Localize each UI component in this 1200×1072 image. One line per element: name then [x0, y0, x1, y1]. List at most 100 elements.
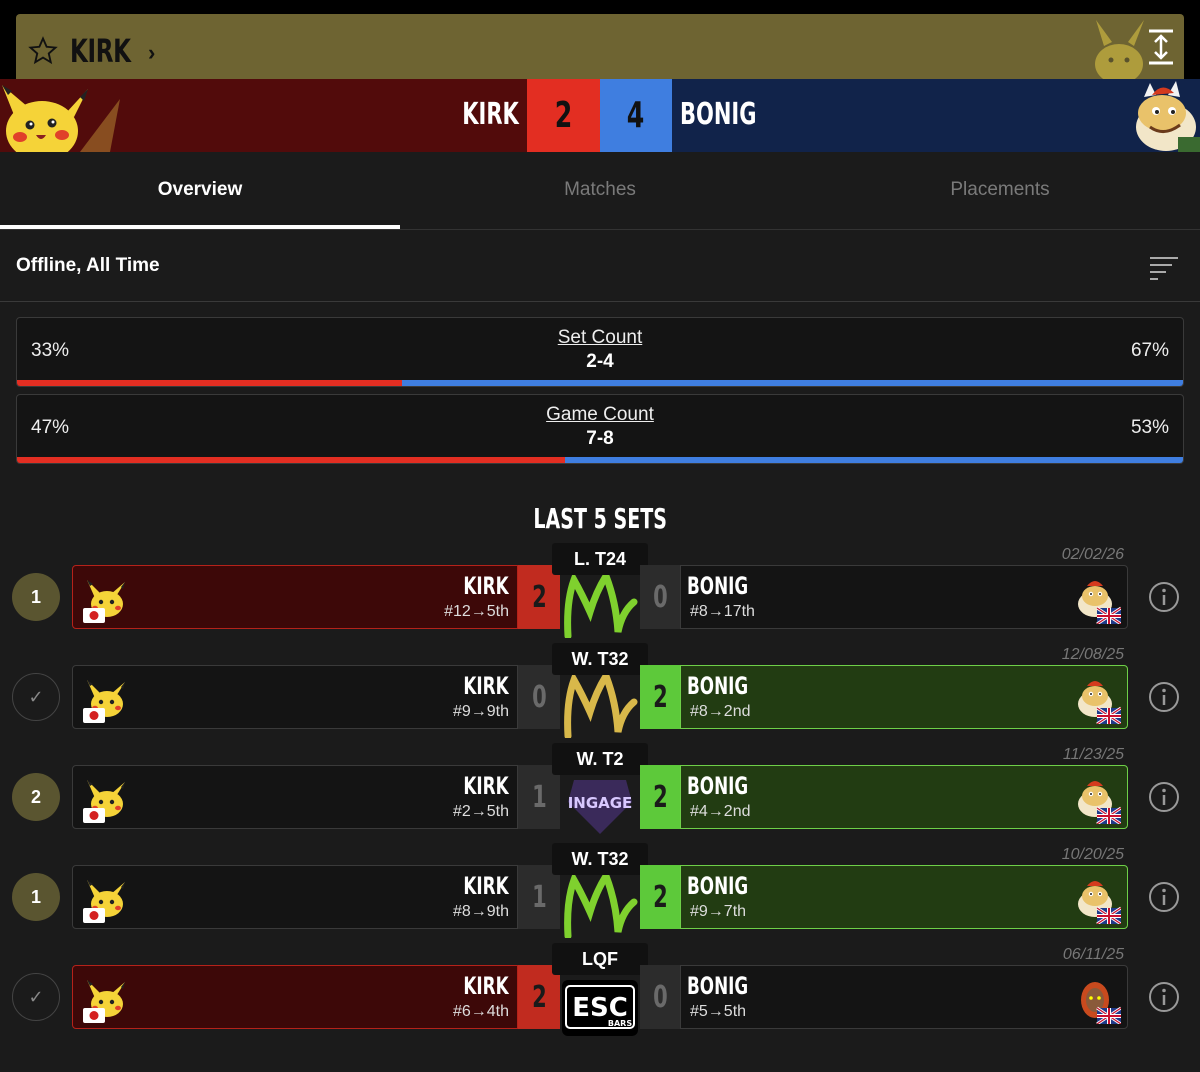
tab-overview[interactable]: Overview — [0, 152, 400, 228]
right-player-box[interactable]: BONIG #8→2nd — [680, 665, 1128, 729]
set-count-red-bar — [17, 380, 402, 386]
right-player-seed: #4→2nd — [690, 803, 751, 820]
left-player-seed: #9→9th — [452, 703, 509, 720]
right-player-seed: #8→2nd — [690, 703, 751, 720]
bracket-round-label: W. T32 — [552, 643, 648, 675]
pikachu-icon — [83, 980, 125, 1023]
left-player-box[interactable]: KIRK #9→9th — [72, 665, 518, 729]
esc-logo-icon: ESCBARS — [562, 980, 638, 1036]
game-count-value: 7-8 — [586, 428, 614, 449]
info-icon[interactable] — [1148, 981, 1180, 1013]
set-count-blue-bar — [401, 380, 1183, 386]
pikachu-icon — [83, 780, 125, 823]
set-count-title[interactable]: Set Count — [17, 327, 1183, 349]
bowser-jr-icon — [1078, 781, 1121, 824]
head-to-head-scorebar: KIRK 2 4 BONIG — [0, 79, 1200, 152]
left-player-box[interactable]: KIRK #12→5th — [72, 565, 518, 629]
right-player-seed: #9→7th — [690, 903, 747, 920]
left-player-name: KIRK — [463, 872, 509, 900]
pikachu-icon — [83, 680, 125, 723]
right-player-box[interactable]: BONIG #4→2nd — [680, 765, 1128, 829]
tab-matches[interactable]: Matches — [400, 152, 800, 228]
left-set-score: 2 — [527, 79, 600, 152]
chevron-right-icon[interactable]: › — [148, 40, 155, 66]
section-title: LAST 5 SETS — [533, 502, 667, 535]
set-count-card: 33% Set Count 2-4 67% — [16, 317, 1184, 387]
right-player-box[interactable]: BONIG #5→5th — [680, 965, 1128, 1029]
bracket-round-label: LQF — [552, 943, 648, 975]
tournament-logo-icon — [564, 872, 638, 938]
left-player-box[interactable]: KIRK #8→9th — [72, 865, 518, 929]
sort-filter-icon[interactable] — [1148, 254, 1180, 280]
tab-bar: Overview Matches Placements — [0, 152, 1200, 230]
set-count-value: 2-4 — [586, 351, 614, 372]
set-date: 06/11/25 — [1062, 946, 1124, 963]
game-count-title[interactable]: Game Count — [17, 404, 1183, 426]
left-player-name: KIRK — [462, 97, 519, 132]
set-date: 10/20/25 — [1061, 846, 1124, 863]
right-game-score: 0 — [640, 965, 680, 1029]
esc-logo-subtext: BARS — [608, 1019, 632, 1028]
ingage-logo-icon: INGAGE — [568, 780, 633, 834]
active-tab-indicator — [0, 225, 400, 229]
set-row[interactable]: ✓ 12/08/25 KIRK #9→9th 0 W. T32 2 BONIG #8→2nd — [0, 642, 1200, 742]
ganondorf-icon — [1081, 982, 1121, 1024]
pikachu-icon — [83, 880, 125, 923]
pikachu-icon — [83, 580, 125, 623]
right-game-score: 2 — [640, 665, 680, 729]
right-player-box[interactable]: BONIG #9→7th — [680, 865, 1128, 929]
round-badge: 1 — [12, 873, 60, 921]
left-player-box[interactable]: KIRK #6→4th — [72, 965, 518, 1029]
bracket-round-label: W. T2 — [552, 743, 648, 775]
left-player-name: KIRK — [463, 572, 509, 600]
bowser-jr-icon — [1078, 681, 1121, 724]
profile-header: KIRK › KIRK 2 4 BONIG — [0, 0, 1200, 152]
tab-placements[interactable]: Placements — [800, 152, 1200, 228]
set-date: 11/23/25 — [1062, 746, 1124, 763]
right-player-box[interactable]: BONIG #8→17th — [680, 565, 1128, 629]
right-set-score: 4 — [600, 79, 672, 152]
game-count-red-bar — [17, 457, 566, 463]
round-badge: 1 — [12, 573, 60, 621]
pikachu-icon — [2, 85, 120, 152]
info-icon[interactable] — [1148, 881, 1180, 913]
right-player-seed: #5→5th — [690, 1003, 747, 1020]
left-player-name: KIRK — [463, 772, 509, 800]
ingage-logo-text: INGAGE — [568, 794, 633, 812]
tournament-logo-icon — [564, 572, 638, 638]
right-player-seed: #8→17th — [690, 603, 755, 620]
left-player-panel: KIRK — [0, 79, 527, 152]
tournament-logo-icon — [564, 672, 638, 738]
expand-icon[interactable] — [1144, 28, 1178, 66]
set-row[interactable]: ✓ 06/11/25 KIRK #6→4th 2 ESC BARS LQF 0 BONIG #5→5… — [0, 942, 1200, 1042]
check-icon: ✓ — [12, 973, 60, 1021]
game-count-right-pct: 53% — [1130, 417, 1169, 438]
star-icon[interactable] — [28, 36, 58, 66]
filter-label: Offline, All Time — [16, 255, 160, 276]
right-player-name: BONIG — [680, 97, 757, 132]
right-player-name: BONIG — [687, 572, 749, 600]
set-count-right-pct: 67% — [1130, 340, 1169, 361]
filter-bar: Offline, All Time — [0, 230, 1200, 302]
set-row[interactable]: 1 10/20/25 KIRK #8→9th 1 W. T32 2 BONIG #9→7th — [0, 842, 1200, 942]
set-row[interactable]: 1 02/02/26 KIRK #12→5th 2 L. T24 0 BONIG #8→17th — [0, 542, 1200, 642]
bowser-jr-icon — [1078, 581, 1121, 624]
right-game-score: 2 — [640, 765, 680, 829]
left-player-seed: #12→5th — [444, 603, 509, 620]
player-banner[interactable]: KIRK › — [16, 14, 1184, 84]
left-player-name: KIRK — [463, 672, 509, 700]
left-player-box[interactable]: KIRK #2→5th — [72, 765, 518, 829]
player-name[interactable]: KIRK — [70, 32, 131, 70]
left-player-seed: #2→5th — [452, 803, 509, 820]
set-date: 02/02/26 — [1061, 546, 1124, 563]
info-icon[interactable] — [1148, 681, 1180, 713]
bracket-round-label: L. T24 — [552, 543, 648, 575]
game-count-card: 47% Game Count 7-8 53% — [16, 394, 1184, 464]
bracket-round-label: W. T32 — [552, 843, 648, 875]
info-icon[interactable] — [1148, 581, 1180, 613]
set-date: 12/08/25 — [1061, 646, 1124, 663]
left-player-seed: #8→9th — [452, 903, 509, 920]
right-player-name: BONIG — [687, 672, 749, 700]
info-icon[interactable] — [1148, 781, 1180, 813]
set-row[interactable]: 2 11/23/25 KIRK #2→5th 1 INGAGE W. T2 2 BONIG #4→… — [0, 742, 1200, 842]
